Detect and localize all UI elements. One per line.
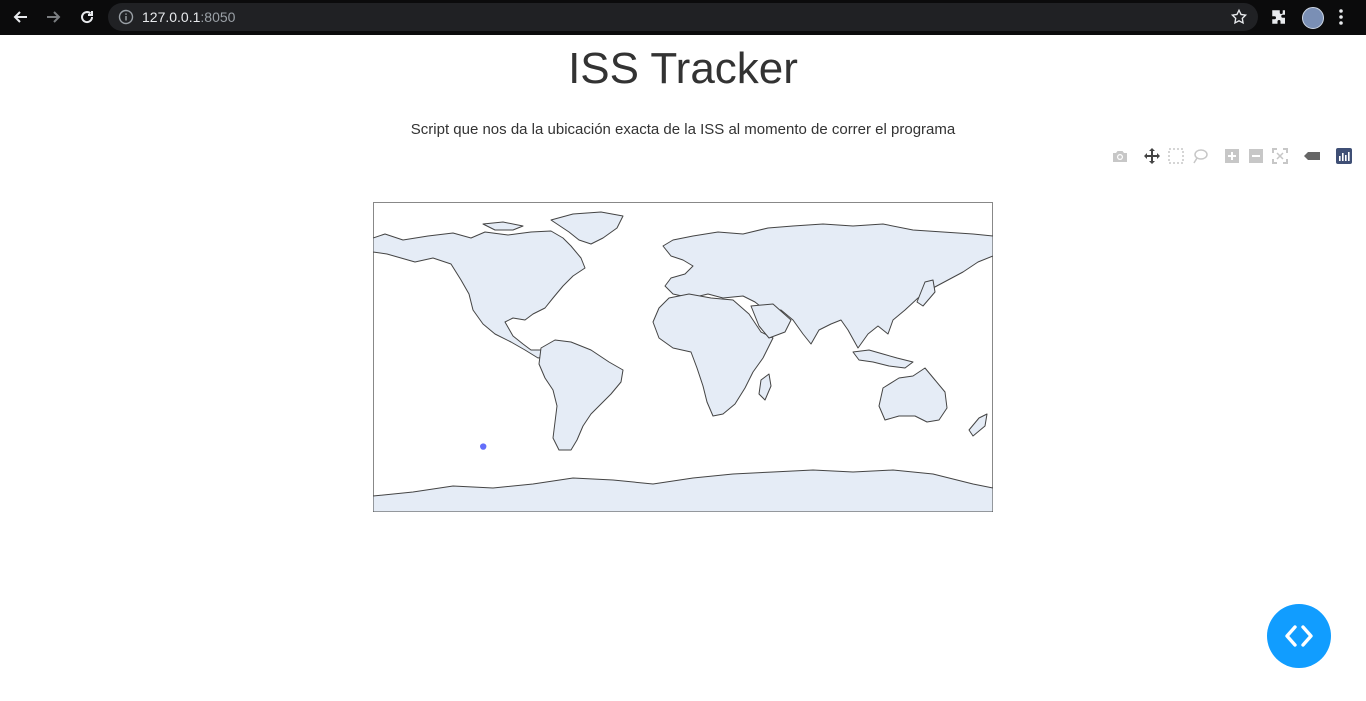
back-button[interactable]: [8, 4, 34, 30]
box-select-icon: [1168, 148, 1184, 164]
reload-button[interactable]: [74, 4, 100, 30]
lasso-select-icon: [1193, 149, 1208, 164]
plot-modebar: [1106, 146, 1356, 166]
box-select-button[interactable]: [1166, 146, 1186, 166]
bookmark-star-icon[interactable]: [1230, 8, 1248, 26]
pan-icon: [1144, 148, 1160, 164]
page-description: Script que nos da la ubicación exacta de…: [410, 121, 956, 138]
pan-button[interactable]: [1142, 146, 1162, 166]
more-menu-icon[interactable]: [1338, 8, 1344, 26]
download-png-button[interactable]: [1110, 146, 1130, 166]
zoom-out-icon: [1249, 149, 1263, 163]
hover-closest-icon: [1304, 152, 1320, 160]
plotly-logo-icon: [1336, 148, 1352, 164]
reset-view-button[interactable]: [1270, 146, 1290, 166]
lasso-select-button[interactable]: [1190, 146, 1210, 166]
zoom-out-button[interactable]: [1246, 146, 1266, 166]
zoom-in-icon: [1225, 149, 1239, 163]
camera-icon: [1113, 151, 1127, 162]
browser-toolbar: 127.0.0.1:8050: [0, 0, 1366, 35]
info-icon[interactable]: [118, 9, 134, 25]
back-arrow-icon: [13, 11, 27, 23]
forward-button[interactable]: [40, 4, 66, 30]
world-map-svg[interactable]: [372, 202, 994, 513]
code-brackets-icon: [1285, 625, 1313, 647]
iss-position-layer: [480, 443, 487, 450]
iss-position-marker[interactable]: [480, 443, 487, 450]
url-host: 127.0.0.1: [142, 9, 201, 25]
dash-debug-menu-button[interactable]: [1267, 604, 1331, 668]
autoscale-icon: [1272, 148, 1288, 164]
hover-closest-button[interactable]: [1302, 146, 1322, 166]
iss-geo-map[interactable]: [372, 202, 994, 513]
plotly-logo-link[interactable]: [1334, 146, 1354, 166]
url-port: :8050: [200, 9, 236, 25]
forward-arrow-icon: [47, 11, 61, 23]
reload-icon: [81, 11, 94, 24]
address-bar[interactable]: 127.0.0.1:8050: [108, 3, 1258, 31]
page-title: ISS Tracker: [568, 44, 798, 93]
zoom-in-button[interactable]: [1222, 146, 1242, 166]
extensions-puzzle-icon[interactable]: [1270, 8, 1288, 26]
url-text: 127.0.0.1:8050: [142, 9, 235, 25]
profile-avatar[interactable]: [1302, 7, 1324, 29]
